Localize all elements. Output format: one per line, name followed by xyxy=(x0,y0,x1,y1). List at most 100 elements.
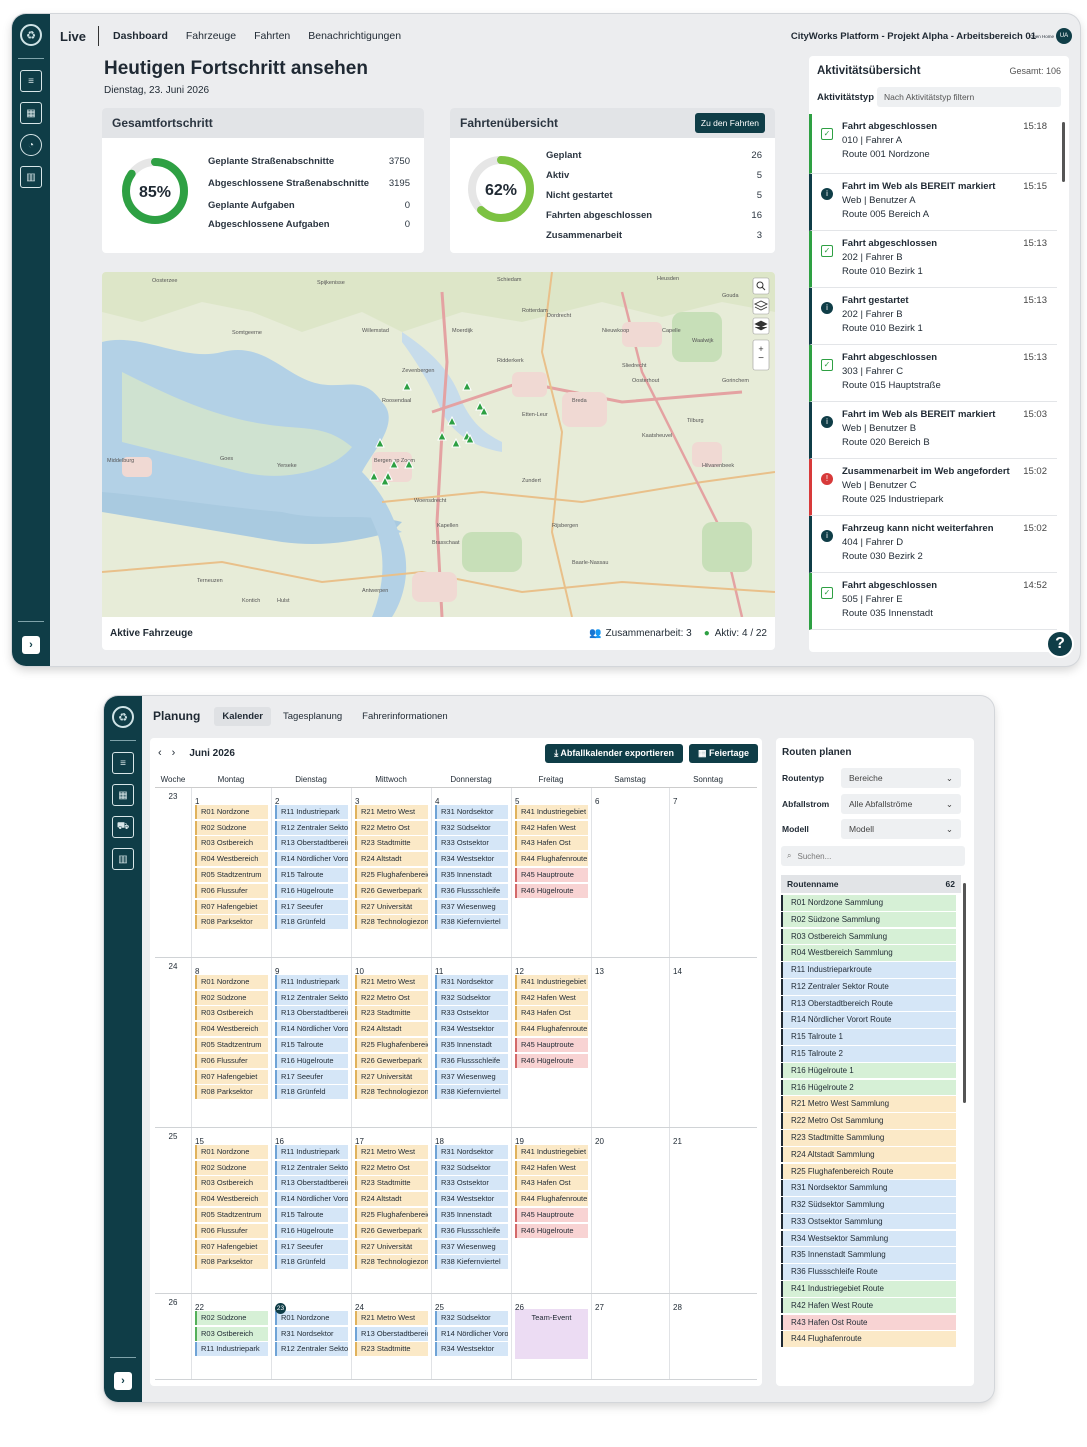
model-select[interactable]: Modell ⌄ xyxy=(841,819,961,839)
calendar-route-chip[interactable]: R34 Westsektor xyxy=(435,1192,508,1207)
stream-select[interactable]: Alle Abfallströme ⌄ xyxy=(841,794,961,814)
calendar-route-chip[interactable]: R16 Hügelroute xyxy=(275,1223,348,1238)
calendar-route-chip[interactable]: R07 Hafengebiet xyxy=(195,1069,268,1084)
calendar-route-chip[interactable]: R31 Nordsektor xyxy=(435,1144,508,1159)
calendar-day-cell[interactable]: 13 xyxy=(591,958,669,1127)
calendar-route-chip[interactable]: R16 Hügelroute xyxy=(275,883,348,898)
calendar-route-chip[interactable]: R37 Wiesenweg xyxy=(435,1239,508,1254)
calendar-route-chip[interactable]: R13 Oberstadtbereich xyxy=(275,1176,348,1191)
list-icon[interactable]: ≡ xyxy=(112,752,134,774)
calendar-route-chip[interactable]: R43 Hafen Ost xyxy=(515,836,588,851)
truck-icon[interactable]: ⛟ xyxy=(112,816,134,838)
calendar-route-chip[interactable]: R26 Gewerbepark xyxy=(355,1223,428,1238)
calendar-route-chip[interactable]: R13 Oberstadtbereich xyxy=(275,1006,348,1021)
calendar-route-chip[interactable]: R22 Metro Ost xyxy=(355,1160,428,1175)
calendar-route-chip[interactable]: R14 Nördlicher Vorort xyxy=(275,852,348,867)
calendar-day-cell[interactable]: 22 R02 Südzone R03 Ostbereich R11 Industrie… xyxy=(191,1294,271,1379)
gauge-icon[interactable]: ◔ xyxy=(20,134,42,156)
calendar-route-chip[interactable]: R23 Stadtmitte xyxy=(355,1006,428,1021)
calendar-route-chip[interactable]: R03 Ostbereich xyxy=(195,1006,268,1021)
calendar-day-cell[interactable]: 12 R41 Industriegebiet R42 Hafen West R43 H… xyxy=(511,958,591,1127)
calendar-route-chip[interactable]: R14 Nördlicher Vorort xyxy=(435,1326,508,1341)
calendar-day-cell[interactable]: 19 R41 Industriegebiet R42 Hafen West R43 H… xyxy=(511,1128,591,1293)
calendar-day-cell[interactable]: 24 R21 Metro West R13 Oberstadtbereich R23 … xyxy=(351,1294,431,1379)
calendar-route-chip[interactable]: R33 Ostsektor xyxy=(435,836,508,851)
calendar-route-chip[interactable]: R38 Kiefernviertel xyxy=(435,1085,508,1100)
calendar-day-cell[interactable]: 27 xyxy=(591,1294,669,1379)
calendar-route-chip[interactable]: R01 Nordzone xyxy=(195,974,268,989)
calendar-route-chip[interactable]: R17 Seeufer xyxy=(275,1239,348,1254)
calendar-route-chip[interactable]: R45 Hauptroute xyxy=(515,1037,588,1052)
calendar-day-cell[interactable]: 2 R11 Industriepark R12 Zentraler Sektor R1… xyxy=(271,788,351,957)
calendar-route-chip[interactable]: R41 Industriegebiet xyxy=(515,1144,588,1159)
calendar-route-chip[interactable]: R37 Wiesenweg xyxy=(435,1069,508,1084)
route-list-item[interactable]: R16 Hügelroute 1 xyxy=(781,1062,956,1079)
calendar-route-chip[interactable]: R26 Gewerbepark xyxy=(355,883,428,898)
route-list-item[interactable]: R16 Hügelroute 2 xyxy=(781,1079,956,1096)
route-list-item[interactable]: R41 Industriegebiet Route xyxy=(781,1280,956,1297)
calendar-route-chip[interactable]: R35 Innenstadt xyxy=(435,1207,508,1222)
app-logo-icon[interactable]: ♻ xyxy=(20,24,42,46)
calendar-route-chip[interactable]: R38 Kiefernviertel xyxy=(435,1255,508,1270)
list-icon[interactable]: ≡ xyxy=(20,70,42,92)
calendar-route-chip[interactable]: R43 Hafen Ost xyxy=(515,1176,588,1191)
next-month-icon[interactable]: › xyxy=(172,747,176,759)
calendar-day-cell[interactable]: 4 R31 Nordsektor R32 Südsektor R33 Ostsekto… xyxy=(431,788,511,957)
calendar-route-chip[interactable]: R04 Westbereich xyxy=(195,1192,268,1207)
calendar-day-cell[interactable]: 9 R11 Industriepark R12 Zentraler Sektor R1… xyxy=(271,958,351,1127)
calendar-route-chip[interactable]: R22 Metro Ost xyxy=(355,820,428,835)
calendar-route-chip[interactable]: R41 Industriegebiet xyxy=(515,974,588,989)
calendar-route-chip[interactable]: R27 Universität xyxy=(355,899,428,914)
calendar-route-chip[interactable]: R42 Hafen West xyxy=(515,990,588,1005)
calendar-route-chip[interactable]: R03 Ostbereich xyxy=(195,1326,268,1341)
team-event-chip[interactable]: Team-Event xyxy=(515,1309,588,1359)
calendar-day-cell[interactable]: 1 R01 Nordzone R02 Südzone R03 Ostbereich R0… xyxy=(191,788,271,957)
calendar-route-chip[interactable]: R04 Westbereich xyxy=(195,1022,268,1037)
calendar-route-chip[interactable]: R35 Innenstadt xyxy=(435,1037,508,1052)
calendar-route-chip[interactable]: R21 Metro West xyxy=(355,974,428,989)
route-list-item[interactable]: R43 Hafen Ost Route xyxy=(781,1314,956,1331)
calendar-route-chip[interactable]: R01 Nordzone xyxy=(195,1144,268,1159)
calendar-route-chip[interactable]: R44 Flughafenroute xyxy=(515,1192,588,1207)
activity-item[interactable]: ✓ Fahrt abgeschlossen 010 | Fahrer A Rou… xyxy=(809,114,1057,174)
calendar-route-chip[interactable]: R32 Südsektor xyxy=(435,1160,508,1175)
nav-vehicles[interactable]: Fahrzeuge xyxy=(186,30,236,42)
activity-item[interactable]: i Fahrt im Web als BEREIT markiert Web |… xyxy=(809,174,1057,231)
calendar-route-chip[interactable]: R32 Südsektor xyxy=(435,1310,508,1325)
calendar-route-chip[interactable]: R36 Flussschleife xyxy=(435,883,508,898)
calendar-route-chip[interactable]: R11 Industriepark xyxy=(275,804,348,819)
calendar-day-cell[interactable]: 20 xyxy=(591,1128,669,1293)
calendar-route-chip[interactable]: R24 Altstadt xyxy=(355,1192,428,1207)
routetype-select[interactable]: Bereiche ⌄ xyxy=(841,768,961,788)
route-list-item[interactable]: R33 Ostsektor Sammlung xyxy=(781,1213,956,1230)
calendar-route-chip[interactable]: R27 Universität xyxy=(355,1239,428,1254)
route-search-input[interactable]: ⌕ Suchen... xyxy=(781,846,965,866)
route-list-item[interactable]: R42 Hafen West Route xyxy=(781,1297,956,1314)
calendar-route-chip[interactable]: R23 Stadtmitte xyxy=(355,1342,428,1357)
calendar-route-chip[interactable]: R11 Industriepark xyxy=(195,1342,268,1357)
calendar-route-chip[interactable]: R44 Flughafenroute xyxy=(515,1022,588,1037)
app-logo-icon[interactable]: ♻ xyxy=(112,706,134,728)
calendar-day-cell[interactable]: 6 xyxy=(591,788,669,957)
calendar-day-cell[interactable]: 25 R32 Südsektor R14 Nördlicher Vorort R34 … xyxy=(431,1294,511,1379)
calendar-route-chip[interactable]: R08 Parksektor xyxy=(195,1085,268,1100)
route-list-item[interactable]: R34 Westsektor Sammlung xyxy=(781,1230,956,1247)
calendar-route-chip[interactable]: R28 Technologiezone xyxy=(355,915,428,930)
calendar-route-chip[interactable]: R05 Stadtzentrum xyxy=(195,1207,268,1222)
calendar-day-cell[interactable]: 17 R21 Metro West R22 Metro Ost R23 Stadtmi… xyxy=(351,1128,431,1293)
calendar-route-chip[interactable]: R07 Hafengebiet xyxy=(195,899,268,914)
calendar-route-chip[interactable]: R21 Metro West xyxy=(355,804,428,819)
calendar-route-chip[interactable]: R43 Hafen Ost xyxy=(515,1006,588,1021)
holidays-button[interactable]: ▦ Feiertage xyxy=(688,743,758,763)
calendar-route-chip[interactable]: R03 Ostbereich xyxy=(195,836,268,851)
calendar-route-chip[interactable]: R31 Nordsektor xyxy=(275,1326,348,1341)
calendar-route-chip[interactable]: R05 Stadtzentrum xyxy=(195,1037,268,1052)
route-list-item[interactable]: R02 Südzone Sammlung xyxy=(781,911,956,928)
calendar-route-chip[interactable]: R15 Talroute xyxy=(275,867,348,882)
calendar-route-chip[interactable]: R15 Talroute xyxy=(275,1037,348,1052)
calendar-route-chip[interactable]: R04 Westbereich xyxy=(195,852,268,867)
calendar-route-chip[interactable]: R22 Metro Ost xyxy=(355,990,428,1005)
calendar-route-chip[interactable]: R38 Kiefernviertel xyxy=(435,915,508,930)
calendar-route-chip[interactable]: R17 Seeufer xyxy=(275,899,348,914)
calendar-route-chip[interactable]: R17 Seeufer xyxy=(275,1069,348,1084)
